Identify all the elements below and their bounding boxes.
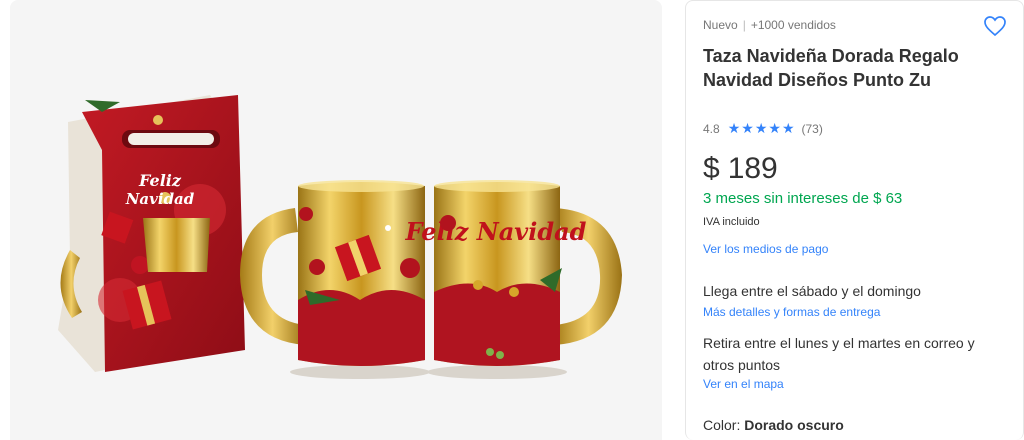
- rating-stars: ★ ★ ★ ★ ★: [728, 120, 796, 137]
- star-icon: ★: [768, 120, 782, 136]
- price-currency: $: [703, 152, 720, 185]
- iva-text: IVA incluido: [703, 216, 760, 228]
- pickup-text: Retira entre el lunes y el martes en cor…: [703, 335, 975, 373]
- shipping-arrival-text: Llega entre el sábado y el domingo: [703, 283, 921, 299]
- color-variant: Color: Dorado oscuro: [703, 417, 844, 433]
- rating-summary[interactable]: 4.8 ★ ★ ★ ★ ★ (73): [703, 120, 823, 137]
- rating-value: 4.8: [703, 121, 720, 136]
- favorite-button[interactable]: [983, 15, 1007, 37]
- mug-left-graphic: [240, 180, 430, 379]
- payment-methods-link[interactable]: Ver los medios de pago: [703, 242, 828, 256]
- mug-right-graphic: Feliz Navidad: [405, 180, 622, 379]
- price-amount: 189: [727, 152, 778, 185]
- star-icon: ★: [754, 120, 769, 136]
- installments-text: 3 meses sin intereses de $ 63: [703, 190, 903, 207]
- product-page: Feliz Navidad Feliz Navidad Nuevo | +100…: [0, 0, 1024, 440]
- price: $ 189: [703, 152, 778, 186]
- sold-count: +1000 vendidos: [750, 18, 836, 32]
- product-title: Taza Navideña Dorada Regalo Navidad Dise…: [703, 46, 959, 90]
- condition-label: Nuevo: [703, 18, 738, 32]
- gift-box-graphic: Feliz Navidad: [58, 95, 245, 372]
- star-icon: ★: [727, 120, 742, 136]
- product-subtitle: Nuevo | +1000 vendidos: [703, 18, 836, 32]
- svg-text:Navidad: Navidad: [125, 190, 195, 208]
- color-value: Dorado oscuro: [744, 417, 844, 433]
- shipping-details-link[interactable]: Más detalles y formas de entrega: [703, 305, 880, 319]
- star-icon: ★: [781, 120, 796, 136]
- color-label: Color:: [703, 417, 745, 433]
- subtitle-separator: |: [742, 18, 746, 32]
- product-image: Feliz Navidad Feliz Navidad: [58, 95, 622, 379]
- heart-icon: [984, 16, 1006, 37]
- mug-caption: Feliz Navidad: [405, 217, 587, 246]
- star-icon: ★: [741, 120, 755, 136]
- rating-count: (73): [801, 121, 823, 136]
- product-info-panel: Nuevo | +1000 vendidos Taza Navideña Dorad…: [685, 0, 1024, 440]
- map-link[interactable]: Ver en el mapa: [703, 377, 784, 391]
- product-image-gallery[interactable]: Feliz Navidad Feliz Navidad: [10, 0, 662, 440]
- svg-text:Feliz: Feliz: [138, 171, 182, 190]
